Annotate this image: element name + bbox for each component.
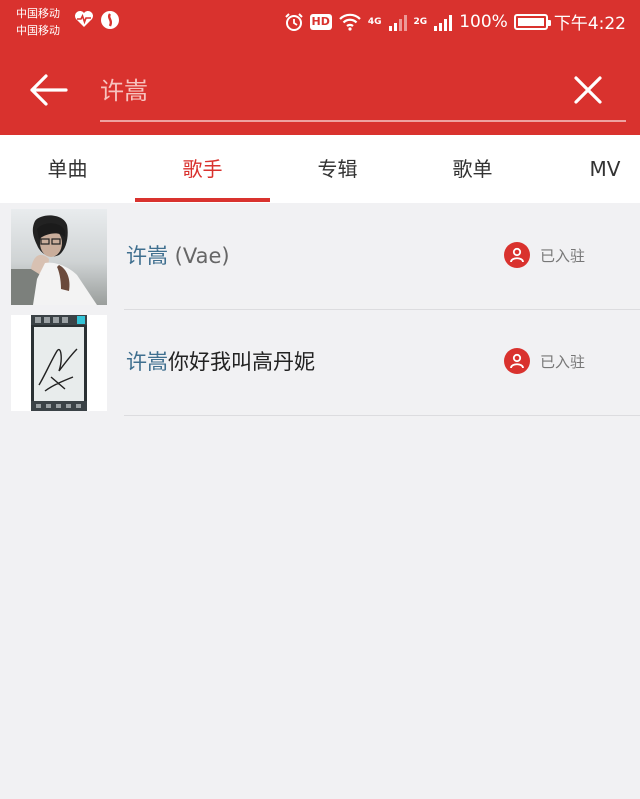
name-highlight: 许嵩 <box>126 244 168 268</box>
list-item[interactable]: 许嵩你好我叫高丹妮 已入驻 <box>0 310 640 416</box>
carrier-1: 中国移动 <box>16 7 60 20</box>
verified-badge: 已入驻 <box>504 348 585 374</box>
user-icon <box>504 348 530 374</box>
tab-mv[interactable]: MV <box>570 135 640 203</box>
battery-percent: 100% <box>459 11 508 32</box>
category-tabs: 单曲 歌手 专辑 歌单 MV <box>0 135 640 203</box>
hd-icon: HD <box>309 13 332 30</box>
artist-name: 许嵩 (Vae) <box>126 240 230 270</box>
verified-label: 已入驻 <box>540 246 586 265</box>
network-type-2: 2G <box>413 16 428 27</box>
name-rest: 你好我叫高丹妮 <box>168 350 315 374</box>
tab-playlists[interactable]: 歌单 <box>405 135 540 203</box>
network-type-1: 4G <box>367 16 382 27</box>
name-rest: (Vae) <box>168 244 230 268</box>
signal-icon <box>388 14 407 31</box>
tab-albums[interactable]: 专辑 <box>270 135 405 203</box>
search-bar <box>0 56 640 126</box>
wifi-icon <box>339 13 361 31</box>
app-header: 中国移动 中国移动 HD 4G 2G 100% 下午4:22 许嵩 <box>0 0 640 135</box>
artist-photo <box>11 209 107 305</box>
artist-name: 许嵩你好我叫高丹妮 <box>126 346 315 376</box>
user-icon <box>504 242 530 268</box>
list-item[interactable]: 许嵩 (Vae) 已入驻 <box>0 204 640 310</box>
battery-icon <box>513 13 551 30</box>
search-underline <box>100 120 626 122</box>
tab-artists[interactable]: 歌手 <box>135 135 270 203</box>
alarm-icon <box>284 12 303 31</box>
active-tab-indicator <box>135 198 270 202</box>
search-input[interactable] <box>100 68 625 108</box>
signature-screenshot <box>11 315 107 411</box>
tab-songs[interactable]: 单曲 <box>0 135 135 203</box>
carrier-2: 中国移动 <box>16 24 60 37</box>
app-notification-icon <box>101 11 119 29</box>
verified-badge: 已入驻 <box>504 242 585 268</box>
name-highlight: 许嵩 <box>126 350 168 374</box>
system-status: HD 4G 2G 100% 下午4:22 <box>284 9 626 34</box>
close-icon[interactable] <box>570 72 606 108</box>
back-arrow-icon[interactable] <box>26 70 72 110</box>
status-bar: 中国移动 中国移动 HD 4G 2G 100% 下午4:22 <box>0 0 640 46</box>
heartbeat-icon <box>75 11 93 27</box>
divider <box>124 415 640 416</box>
carrier-info: 中国移动 中国移动 <box>16 5 60 39</box>
notification-icons <box>74 10 120 30</box>
clock: 下午4:22 <box>553 14 626 34</box>
verified-label: 已入驻 <box>540 352 586 371</box>
signal-icon <box>434 14 453 31</box>
